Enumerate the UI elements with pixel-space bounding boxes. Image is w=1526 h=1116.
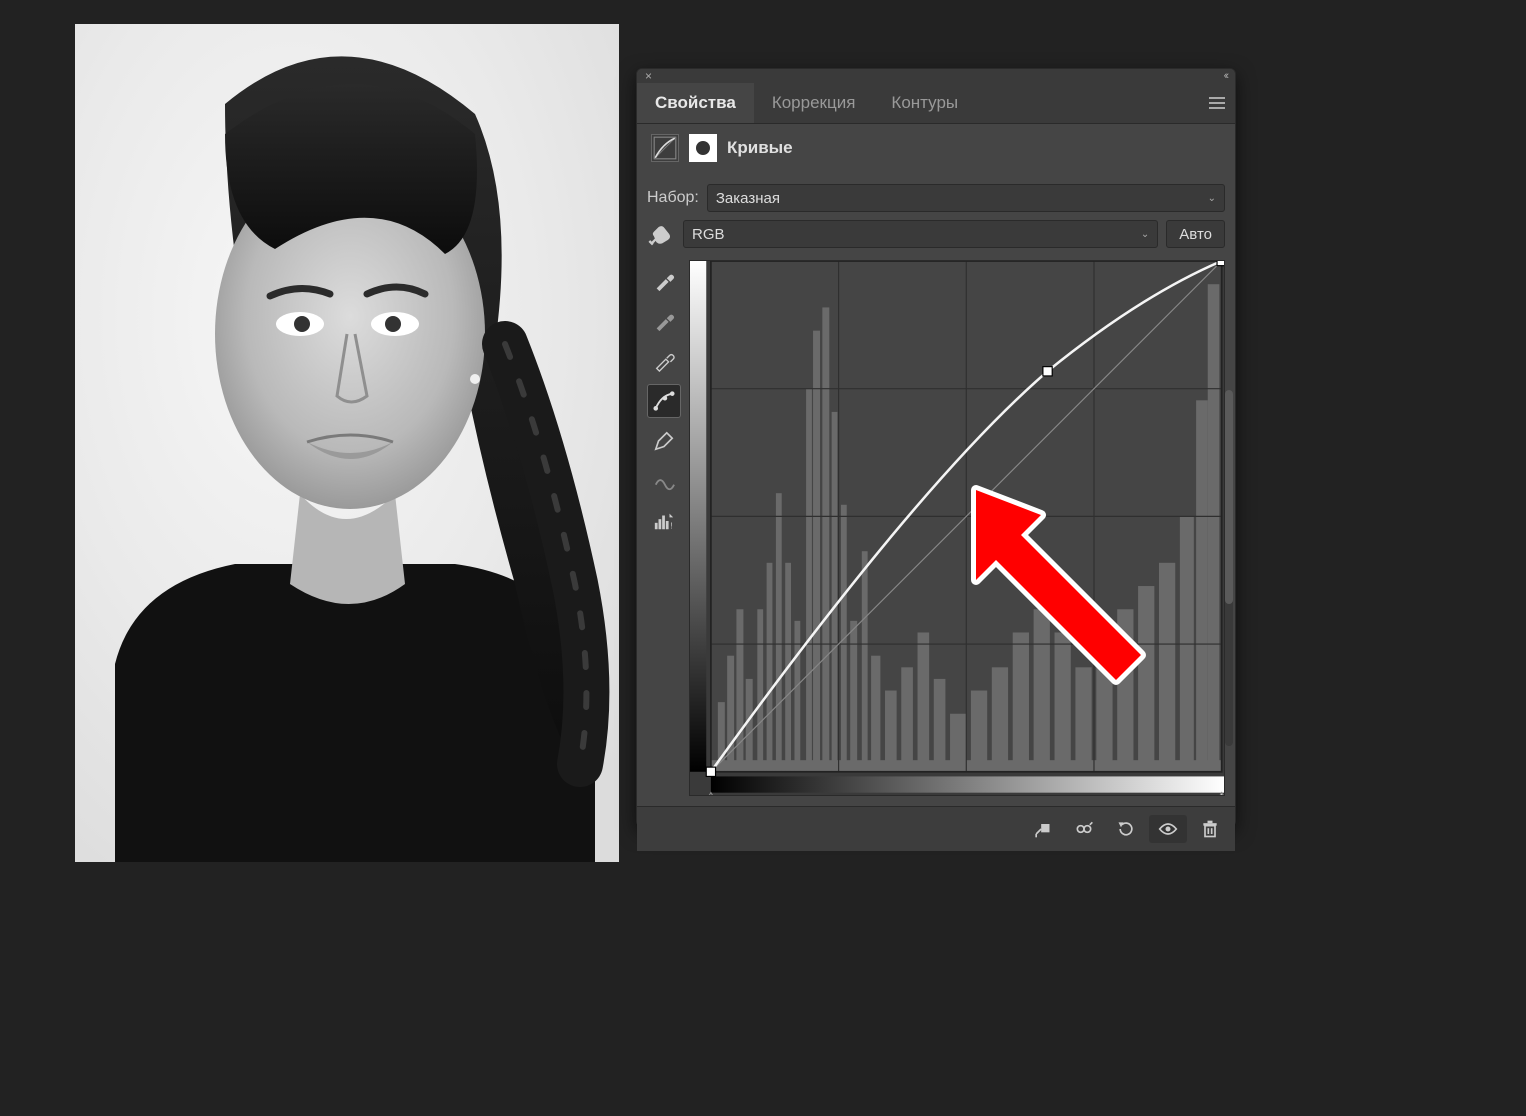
channel-value: RGB xyxy=(692,226,725,243)
curves-graph[interactable] xyxy=(689,260,1225,796)
chevron-down-icon: ⌄ xyxy=(1141,229,1149,240)
curves-tools: ! xyxy=(647,260,681,796)
collapse-panel-icon[interactable]: ‹‹ xyxy=(1224,70,1227,82)
channel-select[interactable]: RGB ⌄ xyxy=(683,220,1158,248)
adjustment-header: Кривые xyxy=(637,124,1235,172)
curve-point-tool-icon[interactable] xyxy=(647,384,681,418)
panel-menu-icon[interactable] xyxy=(1209,97,1225,109)
curves-area: ! xyxy=(647,260,1225,796)
white-input-slider[interactable] xyxy=(1215,793,1224,795)
chevron-down-icon: ⌄ xyxy=(1208,193,1216,204)
adjustment-title: Кривые xyxy=(727,138,793,158)
view-previous-state-icon[interactable] xyxy=(1065,815,1103,843)
channel-row: RGB ⌄ Авто xyxy=(647,220,1225,248)
preset-row: Набор: Заказная ⌄ xyxy=(647,184,1225,212)
black-point-eyedropper-icon[interactable] xyxy=(647,264,681,298)
pencil-tool-icon[interactable] xyxy=(647,424,681,458)
panel-tabs: Свойства Коррекция Контуры xyxy=(637,83,1235,124)
delete-adjustment-icon[interactable] xyxy=(1191,815,1229,843)
layer-mask-icon[interactable] xyxy=(689,134,717,162)
curves-adjustment-icon[interactable] xyxy=(651,134,679,162)
histogram-clip-icon[interactable]: ! xyxy=(647,504,681,538)
panel-scrollbar[interactable] xyxy=(1225,390,1233,746)
curve-point-shadows[interactable] xyxy=(706,767,715,776)
toggle-visibility-icon[interactable] xyxy=(1149,815,1187,843)
close-panel-icon[interactable]: × xyxy=(645,69,652,83)
black-input-slider[interactable] xyxy=(704,793,718,795)
document-canvas-image xyxy=(75,24,619,862)
preset-label: Набор: xyxy=(647,189,699,207)
panel-footer xyxy=(637,806,1235,851)
smooth-curve-icon[interactable] xyxy=(647,464,681,498)
preset-select[interactable]: Заказная ⌄ xyxy=(707,184,1225,212)
targeted-adjust-icon[interactable] xyxy=(647,220,675,248)
auto-button[interactable]: Авто xyxy=(1166,220,1225,248)
curve-point-midtone[interactable] xyxy=(1043,367,1052,376)
tab-properties[interactable]: Свойства xyxy=(637,83,754,123)
tab-paths[interactable]: Контуры xyxy=(873,83,976,123)
properties-panel: × ‹‹ Свойства Коррекция Контуры Кривые Н… xyxy=(636,68,1236,827)
reset-icon[interactable] xyxy=(1107,815,1145,843)
white-point-eyedropper-icon[interactable] xyxy=(647,344,681,378)
curve-point-highlights[interactable] xyxy=(1217,261,1224,266)
gray-point-eyedropper-icon[interactable] xyxy=(647,304,681,338)
tab-adjustments[interactable]: Коррекция xyxy=(754,83,874,123)
preset-value: Заказная xyxy=(716,190,780,207)
clip-to-layer-icon[interactable] xyxy=(1023,815,1061,843)
svg-text:!: ! xyxy=(670,521,672,530)
panel-titlebar: × ‹‹ xyxy=(637,69,1235,83)
